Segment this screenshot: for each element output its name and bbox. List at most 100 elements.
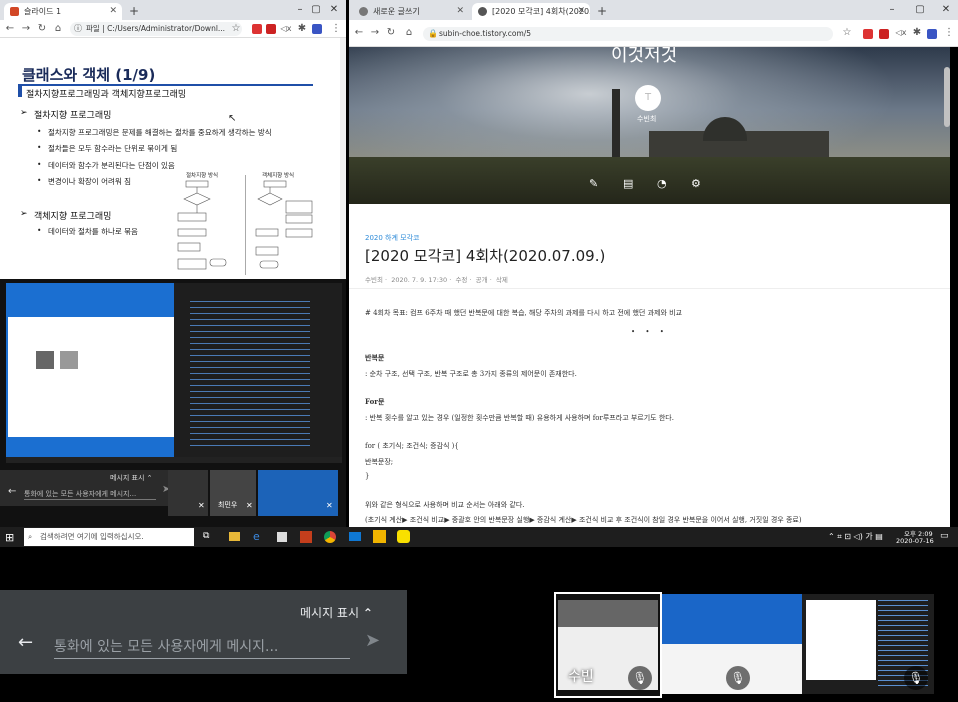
bullet-arrow2-icon: ➢ — [20, 209, 28, 219]
trees — [349, 157, 950, 204]
mini-show-messages-label: 메시지 표시 — [110, 474, 145, 482]
participant3-window — [806, 600, 876, 680]
bookmark-star-icon-right[interactable]: ☆ — [841, 26, 853, 40]
tray-icons[interactable]: ⌃ ⌗ ⊡ ◁) 가 ▤ — [828, 531, 883, 542]
notification-icon[interactable]: ▭ — [940, 531, 949, 541]
blog-page: 이것저것 T 수빈최 ✎ ▤ ◔ ⚙ 2020 하계 모각코 [2020 모각코… — [349, 47, 950, 530]
taskbar-date[interactable]: 2020-07-16 — [896, 537, 934, 545]
ext-blue-icon-right[interactable] — [927, 29, 937, 39]
heading-loops: 반복문 — [365, 353, 385, 362]
chrome-icon[interactable] — [324, 531, 336, 543]
file-explorer-icon[interactable] — [229, 532, 240, 541]
back-icon-right[interactable]: ← — [353, 26, 365, 40]
show-messages-toggle[interactable]: 메시지 표시 ⌃ — [300, 604, 373, 621]
slide-scrollbar[interactable] — [340, 38, 346, 279]
mini-back-arrow-icon[interactable]: ← — [8, 486, 16, 497]
mini-mic-off-icon-2: ✕ — [246, 501, 253, 510]
home-icon[interactable]: ⌂ — [52, 22, 64, 36]
for-syntax-3: } — [365, 472, 370, 480]
participant-tile-3[interactable]: 🎙 — [802, 594, 934, 694]
ext-red-icon[interactable] — [252, 24, 262, 34]
rss-icon[interactable]: ◔ — [657, 177, 667, 190]
settings-gear-icon[interactable]: ⚙ — [691, 177, 701, 190]
kakaotalk-icon[interactable] — [397, 530, 410, 543]
bookmark-star-icon[interactable]: ☆ — [230, 22, 242, 36]
tistory-favicon2-icon — [478, 7, 487, 16]
menu-icon-right[interactable]: ⋮ — [943, 26, 955, 40]
meta-delete[interactable]: 삭제 — [496, 276, 508, 284]
maximize-button[interactable]: ▢ — [306, 0, 326, 20]
write-icon[interactable]: ✎ — [589, 177, 598, 190]
mini-tile-name: 최민우 — [218, 501, 238, 509]
mail-icon[interactable] — [349, 532, 361, 541]
forward-icon[interactable]: → — [20, 22, 32, 36]
ext-red2-icon[interactable] — [266, 24, 276, 34]
close-tab2-icon[interactable]: ✕ — [577, 3, 585, 20]
post-meta: 수빈최 · 2020. 7. 9. 17:30 · 수정 · 공개 · 삭제 — [365, 276, 508, 284]
extensions-icon[interactable]: ✱ — [296, 22, 308, 36]
self-tile[interactable]: 수빈 🎙 — [554, 592, 662, 698]
taskbar-search[interactable]: ⌕ 검색하려면 여기에 입력하십시오. — [24, 528, 194, 546]
right-tab-post[interactable]: [2020 모각코] 4회차(2020.07.0... ✕ — [472, 3, 590, 20]
meta-public[interactable]: 공개 — [476, 276, 488, 284]
maximize-button-right[interactable]: ▢ — [910, 0, 930, 20]
meta-author[interactable]: 수빈최 — [365, 276, 383, 284]
back-arrow-icon[interactable]: ← — [18, 632, 33, 653]
item2-bullet: • — [37, 143, 42, 152]
mini-message-input[interactable]: 통화에 있는 모든 사용자에게 메시지... — [24, 489, 156, 500]
close-tab-icon[interactable]: ✕ — [109, 3, 117, 20]
ext-red2-icon-right[interactable] — [879, 29, 889, 39]
participant2-mic-off-icon: 🎙 — [726, 666, 750, 690]
taskbar-search-icon: ⌕ — [28, 532, 33, 541]
meta-edit[interactable]: 수정 — [455, 276, 467, 284]
item4-bullet: • — [37, 176, 42, 185]
right-address-text: subin-choe.tistory.com/5 — [439, 29, 532, 38]
home-icon-right[interactable]: ⌂ — [403, 26, 415, 40]
slide-favicon-icon — [10, 7, 19, 16]
edge-icon[interactable]: e — [253, 530, 260, 543]
left-toolbar: ← → ↻ ⌂ ⓘ 파일 | C:/Users/Administrator/Do… — [0, 20, 346, 38]
mute-icon-right[interactable]: ◁x — [895, 26, 907, 40]
sticky-app-icon[interactable] — [373, 530, 386, 543]
left-address-bar[interactable]: ⓘ 파일 | C:/Users/Administrator/Downl... — [70, 22, 242, 36]
right-tab-write[interactable]: 새로운 글쓰기 ✕ — [353, 3, 469, 20]
mini-show-messages[interactable]: 메시지 표시 ⌃ — [110, 473, 153, 483]
extensions-icon-right[interactable]: ✱ — [911, 26, 923, 40]
minimize-button-right[interactable]: – — [882, 0, 902, 20]
for-desc: : 반복 횟수를 알고 있는 경우 (일정한 횟수만큼 반복할 때) 유용하게 … — [365, 414, 674, 422]
blog-scrollbar[interactable] — [944, 67, 950, 127]
start-windows-icon[interactable]: ⊞ — [5, 531, 14, 544]
store-icon[interactable] — [277, 532, 287, 542]
reload-icon-right[interactable]: ↻ — [385, 26, 397, 40]
forward-icon-right[interactable]: → — [369, 26, 381, 40]
manage-icon[interactable]: ▤ — [623, 177, 633, 190]
slide-content: 클래스와 객체 (1/9) 절차지향프로그래밍과 객체지향프로그래밍 ➢ 절차지… — [0, 38, 346, 279]
left-tab[interactable]: 슬라이드 1 ✕ — [4, 3, 122, 20]
post-category[interactable]: 2020 하계 모각코 — [365, 233, 419, 243]
send-icon[interactable]: ➤ — [365, 630, 380, 651]
close-window-button[interactable]: ✕ — [324, 0, 344, 20]
right-address-bar[interactable]: 🔒 subin-choe.tistory.com/5 — [423, 27, 833, 41]
nested-taskbar — [6, 457, 342, 463]
message-input[interactable]: 통화에 있는 모든 사용자에게 메시지... — [54, 636, 350, 659]
participant-tile-2[interactable]: 🎙 — [662, 594, 802, 694]
back-icon[interactable]: ← — [4, 22, 16, 36]
close-tab1-icon[interactable]: ✕ — [456, 3, 464, 20]
left-address-text: 파일 | C:/Users/Administrator/Downl... — [86, 24, 226, 33]
mini-mic-off-icon-3: ✕ — [326, 501, 333, 510]
reload-icon[interactable]: ↻ — [36, 22, 48, 36]
new-tab-button-right[interactable]: + — [597, 4, 607, 18]
ext-blue-icon[interactable] — [312, 24, 322, 34]
ext-red-icon-right[interactable] — [863, 29, 873, 39]
participant3-mic-off-icon: 🎙 — [904, 666, 928, 690]
powerpoint-icon[interactable] — [300, 531, 312, 543]
task-view-icon[interactable]: ⧉ — [203, 531, 209, 541]
mute-icon[interactable]: ◁x — [280, 22, 292, 36]
author-avatar[interactable]: T — [635, 85, 661, 111]
new-tab-button[interactable]: + — [129, 4, 139, 18]
shared-screen-thumb: 메시지 표시 ⌃ ← 통화에 있는 모든 사용자에게 메시지... ➤ 최민우 … — [0, 279, 346, 527]
hero-title: 이것저것 — [611, 47, 678, 66]
info-icon: ⓘ — [74, 24, 82, 33]
close-window-button-right[interactable]: ✕ — [936, 0, 956, 20]
menu-icon[interactable]: ⋮ — [330, 22, 342, 36]
